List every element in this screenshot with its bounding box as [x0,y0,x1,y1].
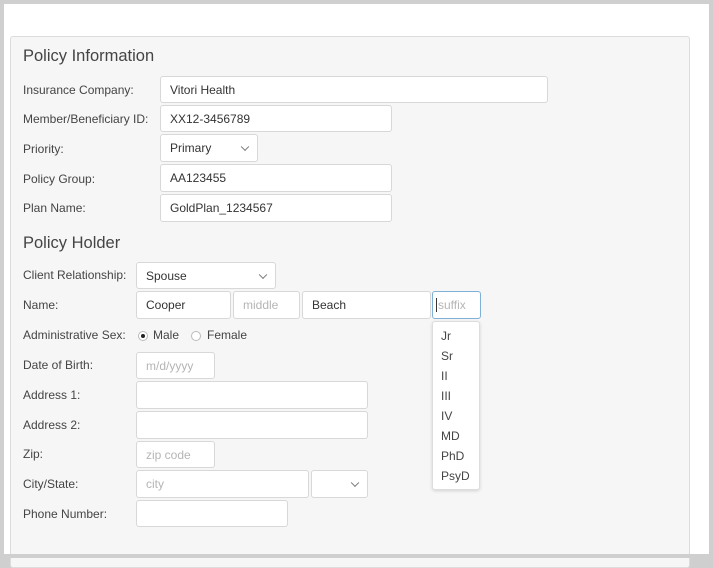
last-name-input[interactable]: Beach [302,291,431,319]
plan-name-input[interactable]: GoldPlan_1234567 [160,194,392,222]
dob-label: Date of Birth: [23,358,94,372]
suffix-option[interactable]: PhD [441,449,464,463]
section-title-policy-holder: Policy Holder [23,234,121,252]
suffix-option[interactable]: IV [441,409,452,423]
client-relationship-select[interactable]: Spouse [136,262,276,289]
section-title-policy-information: Policy Information [23,47,155,65]
suffix-input[interactable]: suffix [432,291,481,319]
member-id-label: Member/Beneficiary ID: [23,112,149,126]
client-relationship-value: Spouse [146,268,187,283]
name-label: Name: [23,298,59,312]
suffix-option[interactable]: PsyD [441,469,470,483]
client-relationship-label: Client Relationship: [23,268,127,282]
policy-group-label: Policy Group: [23,172,96,186]
address1-label: Address 1: [23,388,81,402]
middle-name-input[interactable]: middle [233,291,300,319]
suffix-option[interactable]: Sr [441,349,453,363]
male-label: Male [153,328,180,342]
city-state-label: City/State: [23,477,79,491]
female-label: Female [207,328,248,342]
city-input[interactable]: city [136,470,309,498]
phone-label: Phone Number: [23,507,108,521]
female-radio[interactable] [191,331,201,341]
suffix-option[interactable]: II [441,369,448,383]
text-cursor [436,298,437,312]
phone-input[interactable] [136,500,288,527]
male-radio[interactable] [138,331,148,341]
zip-label: Zip: [23,447,44,461]
suffix-option[interactable]: MD [441,429,460,443]
plan-name-label: Plan Name: [23,201,86,215]
bottom-border [0,554,713,558]
dob-input[interactable]: m/d/yyyy [136,352,215,379]
chevron-down-icon [350,478,360,488]
first-name-input[interactable]: Cooper [136,291,231,319]
chevron-down-icon [240,142,250,152]
priority-label: Priority: [23,142,64,156]
policy-group-input[interactable]: AA123455 [160,164,392,192]
priority-value: Primary [170,141,212,155]
suffix-option[interactable]: III [441,389,451,403]
address2-input[interactable] [136,411,368,439]
insurance-company-input[interactable]: Vitori Health [160,76,548,103]
suffix-dropdown: Jr Sr II III IV MD PhD PsyD [432,321,480,490]
insurance-company-label: Insurance Company: [23,83,134,97]
sex-label: Administrative Sex: [23,328,126,342]
suffix-option[interactable]: Jr [441,329,451,343]
priority-select[interactable]: Primary [160,134,258,162]
address2-label: Address 2: [23,418,81,432]
suffix-placeholder: suffix [438,298,466,312]
state-select[interactable] [311,470,368,498]
address1-input[interactable] [136,381,368,409]
member-id-input[interactable]: XX12-3456789 [160,105,392,132]
chevron-down-icon [258,270,268,279]
zip-input[interactable]: zip code [136,441,215,468]
